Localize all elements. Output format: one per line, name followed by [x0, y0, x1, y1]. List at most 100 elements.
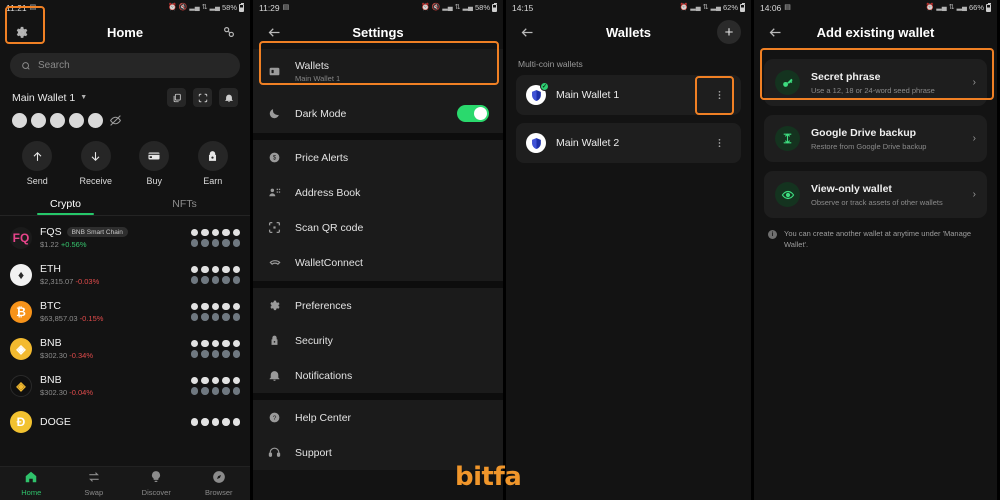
coin-icon-bnb: ◈ — [10, 337, 32, 360]
coin-balance-hidden — [190, 339, 240, 358]
nav-home[interactable]: Home — [0, 470, 63, 497]
headset-icon — [267, 446, 282, 459]
search-input[interactable]: Search — [10, 53, 240, 78]
tab-nfts[interactable]: NFTs — [125, 198, 244, 215]
settings-item-walletconnect-label: WalletConnect — [295, 257, 363, 269]
kebab-menu-icon[interactable] — [708, 136, 731, 150]
option-view-only-sub: Observe or track assets of other wallets — [811, 197, 943, 207]
tab-crypto-label: Crypto — [50, 198, 81, 210]
gallery-icon: ▤ — [282, 4, 290, 11]
page-title: Add existing wallet — [816, 24, 935, 40]
walletconnect-icon — [267, 256, 282, 270]
tab-crypto[interactable]: Crypto — [6, 198, 125, 215]
balance-hidden-dots — [12, 113, 103, 128]
status-bar: 14:15 ⏰ ▂▄ ⇅ ▂▄ 62% — [506, 0, 751, 15]
dark-mode-toggle[interactable] — [457, 105, 489, 122]
nav-browser-label: Browser — [204, 488, 233, 497]
gallery-icon: ▤ — [784, 4, 791, 11]
settings-divider-3 — [253, 393, 503, 400]
settings-item-help-center[interactable]: ? Help Center — [253, 400, 503, 435]
asset-tabs: Crypto NFTs — [0, 198, 250, 215]
settings-item-notifications[interactable]: Notifications — [253, 358, 503, 393]
eye-off-icon[interactable] — [109, 114, 122, 127]
list-item[interactable]: Ð DOGE — [0, 404, 250, 440]
coin-chain-chip: BNB Smart Chain — [66, 227, 128, 237]
settings-item-address-book-label: Address Book — [295, 186, 361, 199]
option-secret-phrase[interactable]: Secret phrase Use a 12, 18 or 24-word se… — [764, 59, 987, 106]
coin-balance-hidden — [190, 302, 240, 321]
arrow-up-icon — [22, 141, 53, 171]
wallet-selector[interactable]: Main Wallet 1 ▼ — [0, 78, 250, 107]
key-icon — [775, 70, 800, 95]
moon-icon — [267, 107, 282, 120]
nav-browser[interactable]: Browser — [188, 470, 251, 497]
signal2-icon: ▂▄ — [209, 4, 220, 11]
back-arrow-icon[interactable] — [263, 21, 285, 43]
settings-item-security[interactable]: Security — [253, 323, 503, 358]
list-item[interactable]: ₿ BTC $63,857.03 -0.15% — [0, 293, 250, 330]
wifi-icon: ⇅ — [201, 4, 208, 11]
search-placeholder: Search — [38, 60, 70, 71]
action-send-label: Send — [26, 176, 48, 186]
coin-symbol: BTC — [40, 300, 61, 312]
settings-item-address-book[interactable]: Address Book — [253, 175, 503, 210]
coin-price: $1.22 — [40, 240, 59, 249]
settings-item-help-center-label: Help Center — [295, 411, 352, 424]
coin-icon-bnb-alt: ◈ — [10, 374, 32, 397]
panel-wallets: 14:15 ⏰ ▂▄ ⇅ ▂▄ 62% Wallets + Multi-coin… — [503, 0, 751, 500]
list-item[interactable]: ♦ ETH $2,315.07 -0.03% — [0, 256, 250, 293]
alarm-icon: ⏰ — [679, 4, 689, 11]
screenshot-board: 11:21 ▤ ⏰ 🔇 ▂▄ ⇅ ▂▄ 58% Home Search Main… — [0, 0, 1000, 500]
swap-icon — [63, 470, 126, 486]
add-wallet-button[interactable]: + — [717, 20, 741, 44]
coin-balance-hidden — [190, 228, 240, 247]
nav-swap[interactable]: Swap — [63, 470, 126, 497]
status-battery: 58% — [474, 3, 490, 12]
wallet-card-1[interactable]: ✓ Main Wallet 1 — [516, 75, 741, 115]
kebab-menu-icon[interactable] — [708, 88, 731, 102]
action-receive[interactable]: Receive — [73, 141, 119, 186]
list-item[interactable]: ◈ BNB $302.30 -0.04% — [0, 367, 250, 404]
status-time: 11:29 — [259, 2, 280, 13]
status-battery: 58% — [221, 3, 237, 12]
wallet-connect-icon[interactable] — [218, 21, 240, 43]
settings-item-scan-qr[interactable]: Scan QR code — [253, 210, 503, 245]
signal2-icon: ▂▄ — [462, 4, 473, 11]
wallets-section-label: Multi-coin wallets — [518, 59, 583, 69]
settings-item-walletconnect[interactable]: WalletConnect — [253, 245, 503, 281]
settings-item-wallets-label: Wallets — [295, 60, 330, 72]
settings-item-price-alerts[interactable]: $ Price Alerts — [253, 140, 503, 175]
option-google-drive-title: Google Drive backup — [811, 126, 917, 139]
wallet-card-2[interactable]: Main Wallet 2 — [516, 123, 741, 163]
wallet-name: Main Wallet 1 — [556, 89, 620, 101]
coin-price: $302.30 — [40, 388, 68, 397]
coin-symbol: BNB — [40, 337, 62, 349]
coin-price: $2,315.07 — [40, 277, 74, 286]
settings-item-dark-mode[interactable]: Dark Mode — [253, 94, 503, 133]
action-buy[interactable]: Buy — [131, 141, 177, 186]
address-book-icon — [267, 186, 282, 199]
coin-symbol: FQS — [40, 226, 62, 238]
bulb-icon — [125, 470, 188, 486]
action-earn[interactable]: Earn — [190, 141, 236, 186]
list-item[interactable]: ◈ BNB $302.30 -0.34% — [0, 330, 250, 367]
nav-discover[interactable]: Discover — [125, 470, 188, 497]
signal-icon: ▂▄ — [936, 4, 947, 11]
list-item[interactable]: FQ FQS BNB Smart Chain $1.22 +0.56% — [0, 219, 250, 256]
page-title: Wallets — [605, 24, 652, 40]
wallet-name: Main Wallet 2 — [556, 137, 620, 149]
option-google-drive-backup[interactable]: Google Drive backup Restore from Google … — [764, 115, 987, 162]
gear-icon[interactable] — [10, 21, 32, 43]
coin-symbol: DOGE — [40, 416, 71, 428]
option-view-only-wallet[interactable]: View-only wallet Observe or track assets… — [764, 171, 987, 218]
copy-icon[interactable] — [167, 88, 186, 107]
settings-item-wallets[interactable]: Wallets Main Wallet 1 — [253, 49, 503, 94]
action-send[interactable]: Send — [14, 141, 60, 186]
bell-icon[interactable] — [219, 88, 238, 107]
status-bar: 11:21 ▤ ⏰ 🔇 ▂▄ ⇅ ▂▄ 58% — [0, 0, 250, 15]
status-time: 11:21 — [6, 2, 27, 13]
back-arrow-icon[interactable] — [516, 21, 538, 43]
scan-icon[interactable] — [193, 88, 212, 107]
back-arrow-icon[interactable] — [764, 21, 786, 43]
settings-item-preferences[interactable]: Preferences — [253, 288, 503, 323]
